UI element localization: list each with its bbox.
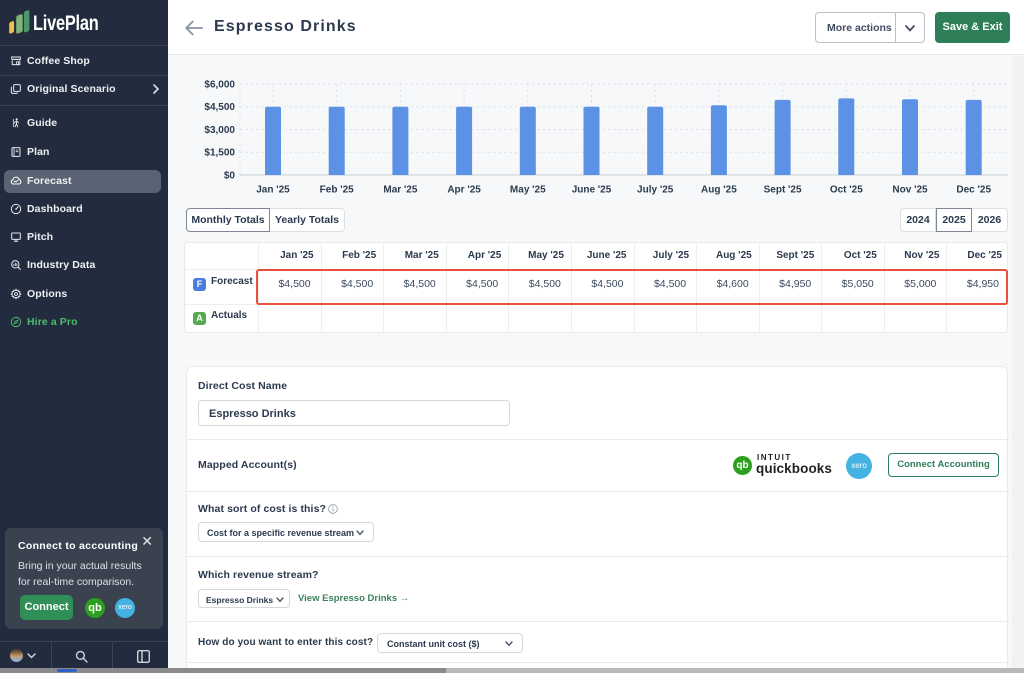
svg-text:$3,000: $3,000 (204, 125, 235, 136)
svg-text:Nov '25: Nov '25 (892, 185, 928, 196)
svg-text:Mar '25: Mar '25 (383, 185, 418, 196)
svg-text:Aug '25: Aug '25 (701, 185, 737, 196)
svg-text:July '25: July '25 (637, 185, 674, 196)
svg-text:Feb '25: Feb '25 (320, 185, 354, 196)
svg-text:Dec '25: Dec '25 (956, 185, 991, 196)
svg-text:June '25: June '25 (572, 185, 612, 196)
svg-text:$1,500: $1,500 (204, 148, 235, 159)
svg-text:$0: $0 (224, 171, 236, 182)
svg-text:$4,500: $4,500 (204, 102, 235, 113)
svg-text:$6,000: $6,000 (204, 80, 235, 91)
svg-text:Jan '25: Jan '25 (256, 185, 290, 196)
svg-text:Apr '25: Apr '25 (447, 185, 481, 196)
svg-text:Oct '25: Oct '25 (830, 185, 863, 196)
svg-text:Sept '25: Sept '25 (764, 185, 802, 196)
svg-text:May '25: May '25 (510, 185, 546, 196)
